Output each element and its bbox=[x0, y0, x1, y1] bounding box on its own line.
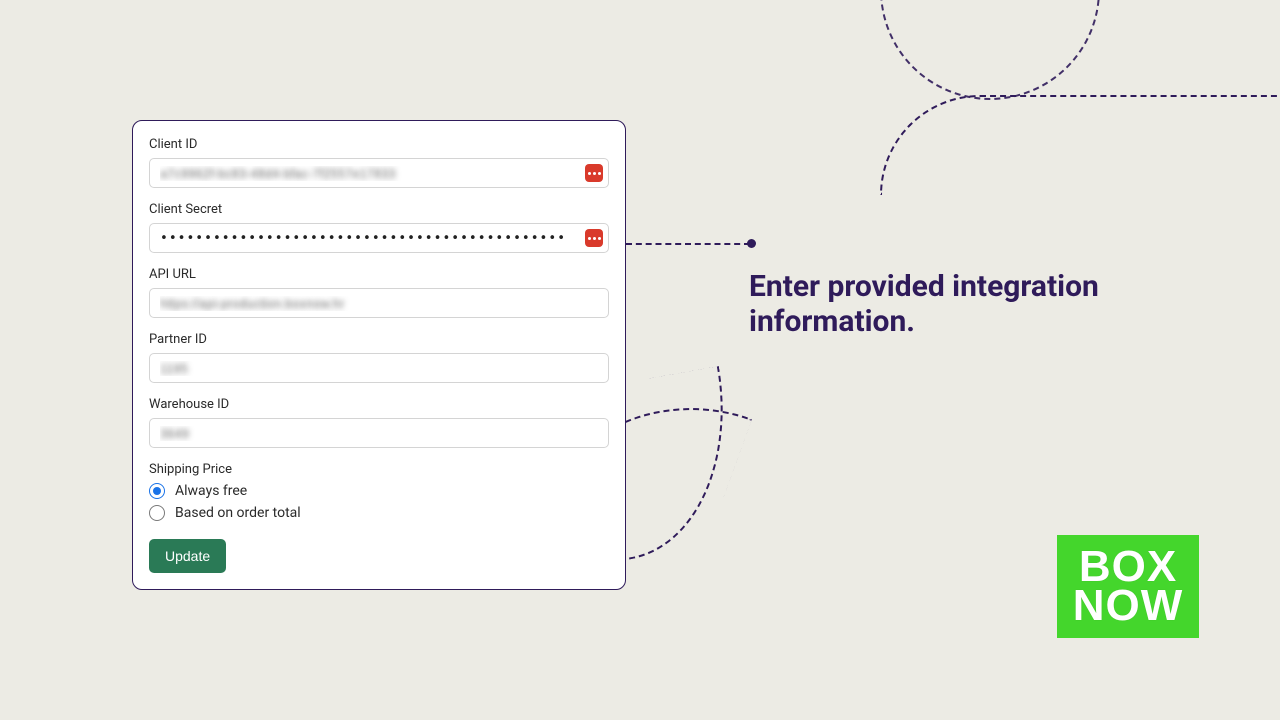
client-secret-input[interactable] bbox=[149, 223, 609, 253]
update-button[interactable]: Update bbox=[149, 539, 226, 573]
shipping-always-free-label: Always free bbox=[175, 483, 247, 499]
integration-form-card: Client ID Client Secret API URL Partner … bbox=[132, 120, 626, 590]
decoration-connector-dot bbox=[747, 239, 756, 248]
warehouse-id-label: Warehouse ID bbox=[149, 397, 609, 412]
partner-id-input[interactable] bbox=[149, 353, 609, 383]
password-manager-icon[interactable] bbox=[585, 164, 603, 182]
api-url-input[interactable] bbox=[149, 288, 609, 318]
password-manager-icon[interactable] bbox=[585, 229, 603, 247]
boxnow-logo: BOX NOW bbox=[1057, 535, 1199, 638]
partner-id-label: Partner ID bbox=[149, 332, 609, 347]
shipping-always-free-radio[interactable] bbox=[149, 483, 165, 499]
shipping-based-on-total-radio[interactable] bbox=[149, 505, 165, 521]
client-id-label: Client ID bbox=[149, 137, 609, 152]
api-url-label: API URL bbox=[149, 267, 609, 282]
decoration-dashed-circle-top bbox=[880, 0, 1100, 100]
shipping-price-label: Shipping Price bbox=[149, 462, 609, 477]
decoration-dashed-curve bbox=[880, 95, 1280, 195]
decoration-connector-line bbox=[626, 243, 750, 245]
client-secret-label: Client Secret bbox=[149, 202, 609, 217]
logo-line-2: NOW bbox=[1073, 587, 1184, 626]
page-headline: Enter provided integration information. bbox=[749, 270, 1129, 339]
warehouse-id-input[interactable] bbox=[149, 418, 609, 448]
client-id-input[interactable] bbox=[149, 158, 609, 188]
shipping-based-on-total-label: Based on order total bbox=[175, 505, 301, 521]
